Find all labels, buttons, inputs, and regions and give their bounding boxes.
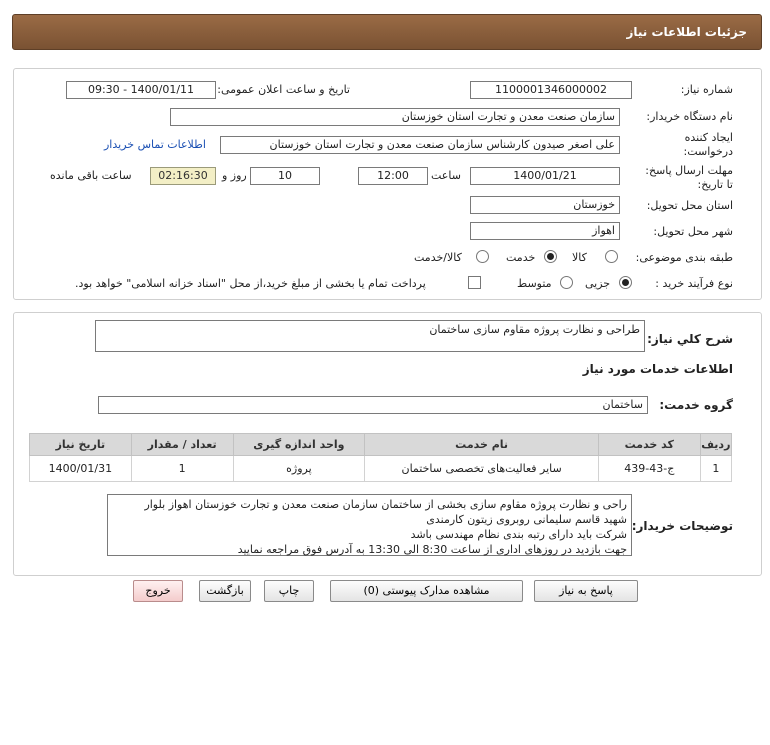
col-need-date: تاریخ نیاز xyxy=(29,433,132,456)
table-row: 1 ج-43-439 سایر فعالیت‌های تخصصی ساختمان… xyxy=(29,455,733,482)
remaining-timer: 02:16:30 xyxy=(150,167,216,185)
service-group-field: ساختمان xyxy=(98,396,648,414)
general-desc-field: طراحی و نظارت پروژه مقاوم سازی ساختمان xyxy=(95,320,645,352)
creator-label-2: درخواست: xyxy=(683,145,733,158)
creator-label-1: ایجاد کننده xyxy=(684,131,733,144)
category-radio-goods-service[interactable] xyxy=(476,250,489,263)
process-radio-medium[interactable] xyxy=(560,276,573,289)
process-label: نوع فرآیند خرید : xyxy=(655,277,733,290)
buyer-contact-link[interactable]: اطلاعات تماس خریدار xyxy=(104,138,206,151)
buyer-notes-box: راحی و نظارت پروژه مقاوم سازی بخشی از سا… xyxy=(107,494,632,556)
cell-quantity: 1 xyxy=(130,455,234,482)
cell-unit: پروژه xyxy=(232,455,366,482)
exit-button[interactable]: خروج xyxy=(133,580,183,602)
city-label: شهر محل تحویل: xyxy=(653,225,733,238)
cell-row-number: 1 xyxy=(699,455,733,482)
attachments-button[interactable]: مشاهده مدارک پیوستی (0) xyxy=(330,580,523,602)
page-header: جزئیات اطلاعات نیاز xyxy=(12,14,762,50)
col-unit: واحد اندازه گیری xyxy=(232,433,366,456)
category-radio-service[interactable] xyxy=(544,250,557,263)
buyer-notes-line: شهید قاسم سلیمانی روبروی زیتون کارمندی xyxy=(426,513,627,526)
days-label: روز و xyxy=(222,169,247,182)
buyer-notes-label: توضیحات خریدار: xyxy=(631,519,733,533)
deadline-label-2: تا تاریخ: xyxy=(697,178,733,191)
treasury-payment-checkbox[interactable] xyxy=(468,276,481,289)
process-option-minor: جزیی xyxy=(585,277,611,290)
cell-service-name: سایر فعالیت‌های تخصصی ساختمان xyxy=(364,455,599,482)
print-button[interactable]: چاپ xyxy=(264,580,314,602)
col-quantity: تعداد / مقدار xyxy=(130,433,234,456)
col-service-name: نام خدمت xyxy=(364,433,599,456)
buyer-notes-line: شرکت باید دارای رتبه بندی نظام مهندسی با… xyxy=(410,528,627,541)
days-field: 10 xyxy=(250,167,320,185)
deadline-time-label: ساعت xyxy=(431,169,461,182)
deadline-label-1: مهلت ارسال پاسخ: xyxy=(645,164,733,177)
cell-need-date: 1400/01/31 xyxy=(29,455,132,482)
page-title: جزئیات اطلاعات نیاز xyxy=(626,25,747,39)
process-option-medium: متوسط xyxy=(517,277,552,290)
process-radio-minor[interactable] xyxy=(619,276,632,289)
announce-date-field: 1400/01/11 - 09:30 xyxy=(66,81,216,99)
table-header-row: ردیف کد خدمت نام خدمت واحد اندازه گیری ت… xyxy=(29,433,733,456)
treasury-payment-note: پرداخت تمام یا بخشی از مبلغ خرید،از محل … xyxy=(75,277,426,290)
buyer-notes-line: جهت بازدید در روزهای اداری از ساعت 8:30 … xyxy=(237,543,627,556)
col-service-code: کد خدمت xyxy=(597,433,701,456)
deadline-time-field: 12:00 xyxy=(358,167,428,185)
service-group-label: گروه خدمت: xyxy=(659,398,733,412)
cell-service-code: ج-43-439 xyxy=(597,455,701,482)
reply-button[interactable]: پاسخ به نیاز xyxy=(534,580,638,602)
province-label: استان محل تحویل: xyxy=(646,199,733,212)
general-desc-label: شرح کلي نياز: xyxy=(647,332,733,346)
announce-date-label: تاریخ و ساعت اعلان عمومی: xyxy=(217,83,350,96)
creator-field: علی اصغر صیدون کارشناس سازمان صنعت معدن … xyxy=(220,136,620,154)
need-number-field: 1100001346000002 xyxy=(470,81,632,99)
back-button[interactable]: بازگشت xyxy=(199,580,251,602)
services-table: ردیف کد خدمت نام خدمت واحد اندازه گیری ت… xyxy=(29,433,733,482)
buyer-notes-line: راحی و نظارت پروژه مقاوم سازی بخشی از سا… xyxy=(144,498,627,511)
category-option-goods-service: کالا/خدمت xyxy=(414,251,462,264)
buyer-org-field: سازمان صنعت معدن و تجارت استان خوزستان xyxy=(170,108,620,126)
category-option-service: خدمت xyxy=(506,251,536,264)
category-label: طبقه بندی موضوعی: xyxy=(635,251,733,264)
category-radio-goods[interactable] xyxy=(605,250,618,263)
province-field: خوزستان xyxy=(470,196,620,214)
need-number-label: شماره نیاز: xyxy=(680,83,733,96)
col-row-number: ردیف xyxy=(699,433,733,456)
deadline-date-field: 1400/01/21 xyxy=(470,167,620,185)
services-info-title: اطلاعات خدمات مورد نیاز xyxy=(582,362,733,376)
remaining-label: ساعت باقی مانده xyxy=(50,169,132,182)
buyer-org-label: نام دستگاه خریدار: xyxy=(646,110,733,123)
category-option-goods: کالا xyxy=(572,251,587,264)
city-field: اهواز xyxy=(470,222,620,240)
